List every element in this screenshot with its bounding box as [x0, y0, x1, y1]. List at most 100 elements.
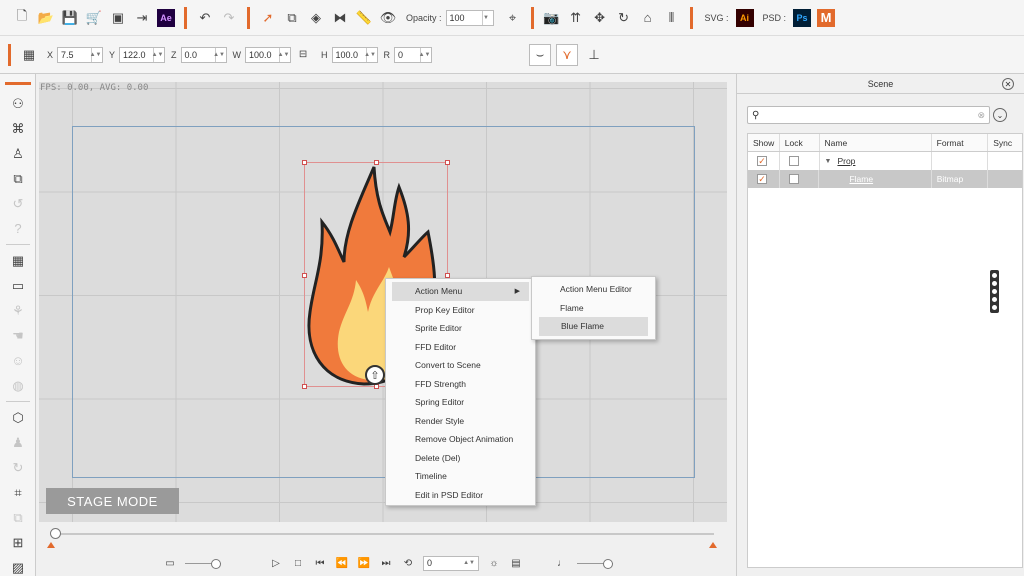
lock-checkbox[interactable] [788, 174, 799, 184]
svg-import-icon[interactable]: ▭ [0, 273, 36, 298]
menu-item-ffd-strength[interactable]: FFD Strength [386, 375, 535, 394]
cart-icon[interactable]: 🛒 [83, 7, 105, 29]
column-header-sync[interactable]: Sync [988, 134, 1022, 151]
link-ratio-icon[interactable]: ⊟ [292, 44, 314, 66]
row-name[interactable]: Prop [837, 156, 855, 166]
loop-icon[interactable]: ⟲ [397, 554, 419, 572]
move-up-icon[interactable]: ⇈ [565, 7, 587, 29]
volume-slider[interactable] [577, 558, 613, 569]
head-icon[interactable]: ◍ [0, 373, 36, 398]
rotate-icon[interactable]: ↻ [613, 7, 635, 29]
walk-icon[interactable]: ♟ [0, 430, 36, 455]
r-input[interactable]: 0 ▲▼ [394, 46, 433, 63]
face-icon[interactable]: ☺ [0, 348, 36, 373]
w-input[interactable]: 100.0 ▲▼ [245, 46, 292, 63]
m-app-button[interactable]: M [817, 8, 836, 27]
pattern-icon[interactable]: ▨ [0, 555, 36, 576]
h-input[interactable]: 100.0 ▲▼ [331, 46, 378, 63]
preview-icon[interactable]: ▣ [107, 7, 129, 29]
anchor-icon[interactable]: ⌖ [502, 7, 524, 29]
table-row[interactable]: ✓ Flame Bitmap [748, 170, 1022, 188]
menu-item-action-menu[interactable]: Action Menu ▶ [392, 282, 529, 301]
resize-handle-bl[interactable] [302, 384, 307, 389]
menu-item-render-style[interactable]: Render Style [386, 412, 535, 431]
opacity-dropdown-icon[interactable]: ▼ [481, 10, 490, 25]
settings-icon[interactable]: ☼ [483, 554, 505, 572]
scene-search-input[interactable] [763, 110, 978, 120]
bone-icon[interactable]: ⌘ [0, 116, 36, 141]
transform-icon[interactable]: ⊞ [0, 530, 36, 555]
timeline-scrubber[interactable] [50, 528, 61, 539]
row-name[interactable]: Flame [849, 174, 873, 184]
export-icon[interactable]: ⇥ [131, 7, 153, 29]
pivot-pin-icon[interactable]: ⇧ [365, 365, 385, 385]
grid-align-icon[interactable]: ▦ [18, 44, 40, 66]
hand-icon[interactable]: ☚ [0, 323, 36, 348]
menu-item-ffd-editor[interactable]: FFD Editor [386, 338, 535, 357]
sprite-icon[interactable]: ▦ [0, 248, 36, 273]
timeline-end-marker[interactable] [709, 542, 717, 548]
expand-arrow-icon[interactable]: ▼ [825, 158, 832, 165]
menu-item-convert-to-scene[interactable]: Convert to Scene [386, 356, 535, 375]
ruler-icon[interactable]: 📏 [353, 7, 375, 29]
play-icon[interactable]: ▷ [265, 554, 287, 572]
close-icon[interactable]: ✕ [1002, 78, 1014, 90]
copy-icon[interactable]: ⧉ [0, 505, 36, 530]
menu-item-sprite-editor[interactable]: Sprite Editor [386, 319, 535, 338]
flip-vertical-icon[interactable]: ⌣ [529, 43, 552, 66]
reset-transform-icon[interactable]: ⊥ [583, 44, 605, 66]
y-spinner-icon[interactable]: ▲▼ [152, 47, 163, 62]
home-icon[interactable]: ⌂ [637, 7, 659, 29]
w-spinner-icon[interactable]: ▲▼ [278, 47, 289, 62]
eye-icon[interactable]: 👁 [377, 7, 399, 29]
frame-input[interactable]: 0 ▲▼ [423, 555, 479, 571]
x-input[interactable]: 7.5 ▲▼ [57, 46, 104, 63]
flip-horizontal-icon[interactable]: ⋎ [556, 43, 579, 66]
menu-item-remove-object-animation[interactable]: Remove Object Animation [386, 430, 535, 449]
redo-icon[interactable]: ↷ [218, 7, 240, 29]
lock-checkbox[interactable] [788, 156, 799, 166]
after-effects-button[interactable]: Ae [157, 8, 175, 27]
menu-item-edit-in-psd-editor[interactable]: Edit in PSD Editor [386, 486, 535, 505]
frame-spinner-icon[interactable]: ▲▼ [463, 560, 475, 566]
clear-search-icon[interactable]: ⊗ [977, 110, 985, 121]
table-row[interactable]: ✓ ▼ Prop [748, 152, 1022, 170]
move-icon[interactable]: ✥ [589, 7, 611, 29]
undo-icon[interactable]: ↶ [194, 7, 216, 29]
flip-icon[interactable]: ⧓ [329, 7, 351, 29]
shapes-icon[interactable]: ◈ [305, 7, 327, 29]
menu-item-delete[interactable]: Delete (Del) [386, 449, 535, 468]
resize-handle-tr[interactable] [445, 160, 450, 165]
photoshop-button[interactable]: Ps [793, 8, 812, 27]
column-header-format[interactable]: Format [932, 134, 989, 151]
duplicate-icon[interactable]: ⧉ [281, 7, 303, 29]
crop-icon[interactable]: ⌗ [0, 480, 36, 505]
submenu-item-blue-flame[interactable]: Blue Flame [539, 317, 648, 336]
panel-dock-handle[interactable] [990, 270, 999, 313]
last-frame-icon[interactable]: ⏭ [375, 554, 397, 572]
new-file-icon[interactable]: 🗋 [11, 7, 33, 29]
r-spinner-icon[interactable]: ▲▼ [419, 47, 430, 62]
illustrator-button[interactable]: Ai [735, 8, 754, 27]
bars-icon[interactable]: ⦀ [661, 7, 683, 29]
show-checkbox[interactable]: ✓ [757, 156, 767, 166]
stop-icon[interactable]: □ [287, 554, 309, 572]
z-input[interactable]: 0.0 ▲▼ [180, 46, 227, 63]
submenu-item-action-menu-editor[interactable]: Action Menu Editor [532, 280, 655, 299]
opacity-input[interactable]: 100 ▼ [445, 9, 494, 26]
prop-icon[interactable]: ⬡ [0, 405, 36, 430]
loop-icon[interactable]: ↻ [0, 455, 36, 480]
y-input[interactable]: 122.0 ▲▼ [119, 46, 166, 63]
filter-dropdown-icon[interactable]: ⌄ [993, 108, 1007, 122]
camera-icon[interactable]: 📷 [541, 7, 563, 29]
menu-item-prop-key-editor[interactable]: Prop Key Editor [386, 301, 535, 320]
h-spinner-icon[interactable]: ▲▼ [364, 47, 376, 62]
help-icon[interactable]: ? [0, 216, 36, 241]
menu-item-spring-editor[interactable]: Spring Editor [386, 393, 535, 412]
menu-item-timeline[interactable]: Timeline [386, 467, 535, 486]
add-actor-icon[interactable]: ♙ [0, 141, 36, 166]
column-header-name[interactable]: Name [820, 134, 932, 151]
speed-slider[interactable] [185, 558, 221, 569]
timeline-start-marker[interactable] [47, 542, 55, 548]
next-key-icon[interactable]: ⏩ [353, 554, 375, 572]
